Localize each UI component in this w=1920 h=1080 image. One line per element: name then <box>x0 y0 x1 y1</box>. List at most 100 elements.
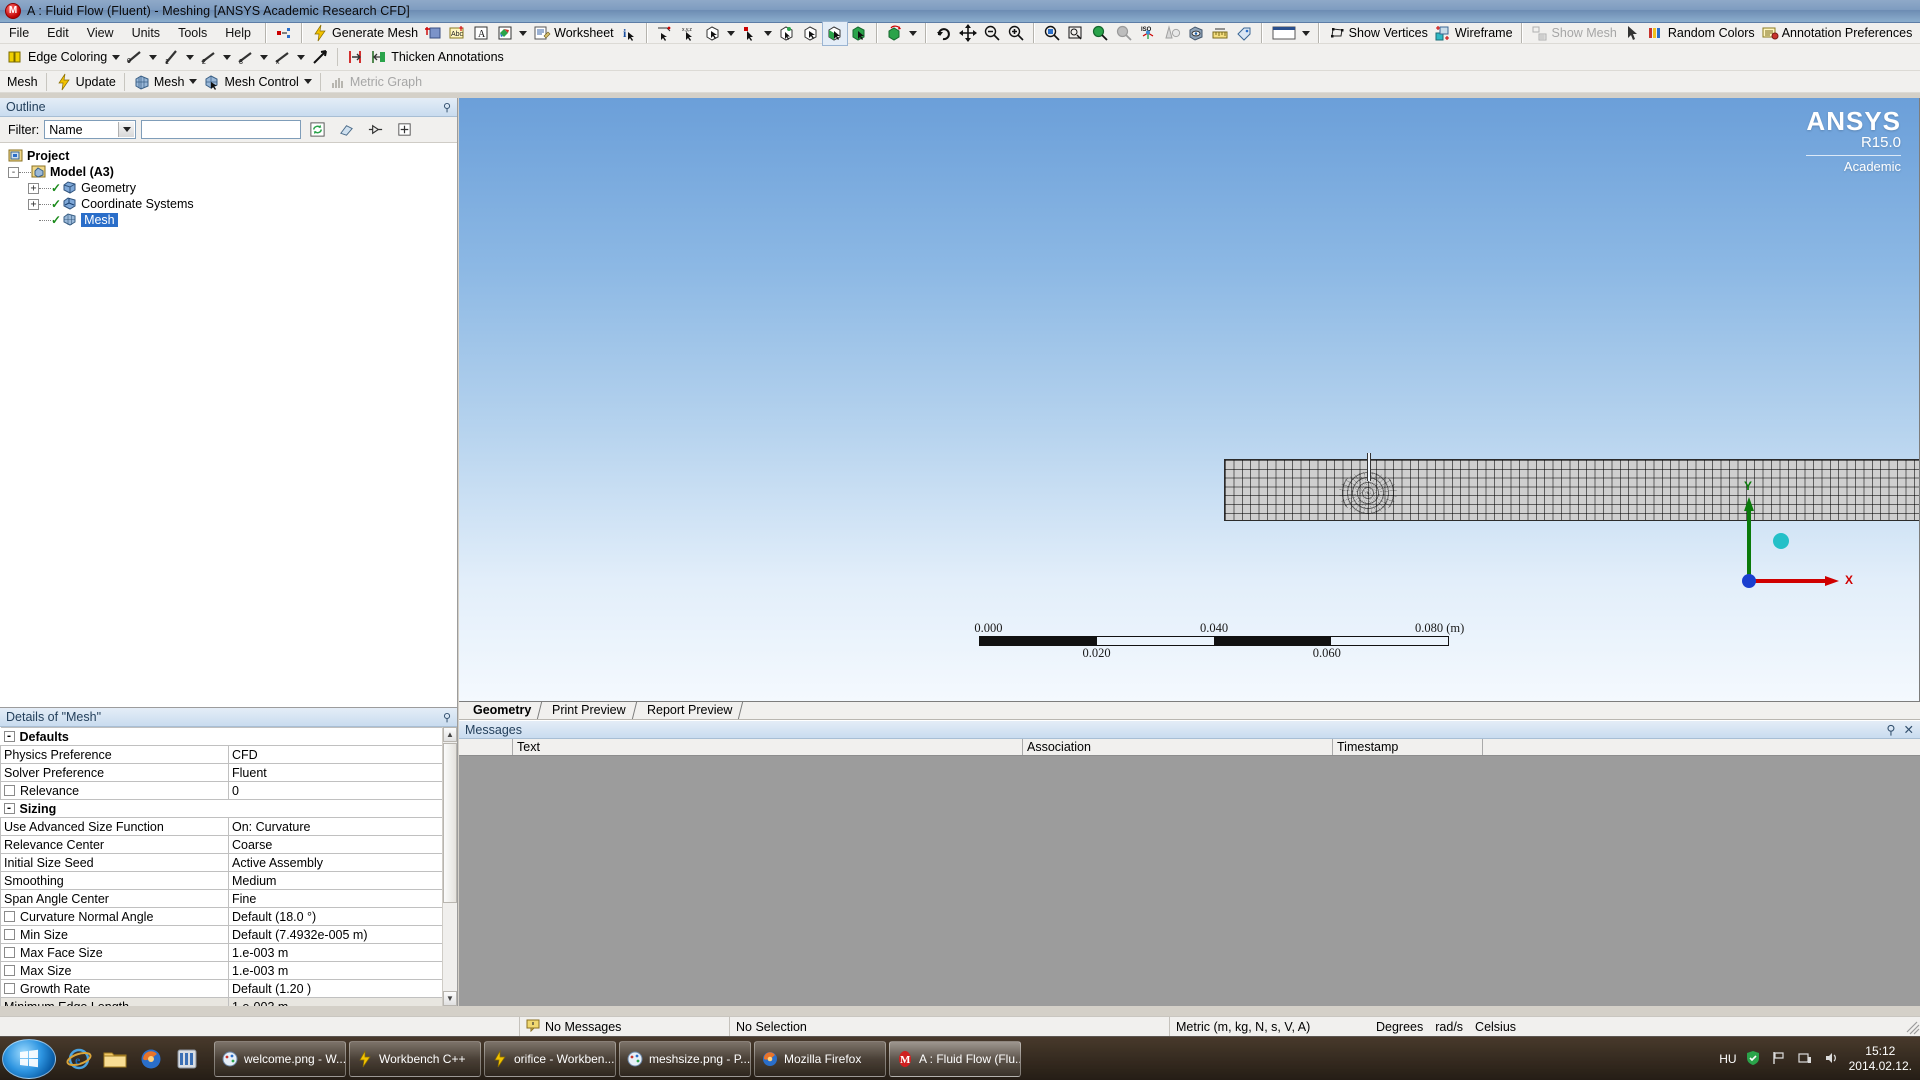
rotate-button[interactable] <box>932 22 956 45</box>
select-mode-button[interactable] <box>653 22 677 45</box>
edge-direction-3-button[interactable]: 3 <box>234 46 271 69</box>
annotation-button[interactable]: Abc <box>445 22 469 45</box>
ruler-button[interactable] <box>1208 22 1232 45</box>
coordinate-triad[interactable]: Y X <box>1735 479 1855 595</box>
section-plane-button[interactable] <box>1160 22 1184 45</box>
menu-view[interactable]: View <box>78 24 123 42</box>
show-mesh-button[interactable]: Show Mesh <box>1528 22 1620 45</box>
edge-direction-1-button[interactable]: 1 <box>160 46 197 69</box>
task-workbench-cpp[interactable]: Workbench C++ <box>349 1040 481 1077</box>
resize-grip[interactable] <box>1904 1019 1920 1035</box>
menu-edit[interactable]: Edit <box>38 24 78 42</box>
details-value-curvature-normal-angle[interactable]: Default (18.0 °) <box>228 907 457 926</box>
body-select-all-button[interactable] <box>847 22 871 45</box>
expand-filter-button[interactable] <box>364 118 388 141</box>
group-toggle-defaults[interactable]: - <box>3 731 15 742</box>
worksheet-button[interactable]: Worksheet <box>530 22 617 45</box>
coordinate-picker-button[interactable]: x,y,z <box>677 22 701 45</box>
details-value-relevance-center[interactable]: Coarse <box>228 835 457 854</box>
filter-type-select[interactable]: Name <box>44 120 137 139</box>
details-checkbox-relevance[interactable] <box>4 784 15 796</box>
tray-language[interactable]: HU <box>1719 1052 1736 1066</box>
details-checkbox-growth-rate[interactable] <box>4 982 15 994</box>
scroll-thumb[interactable] <box>443 743 457 903</box>
show-vertices-button[interactable]: Show Vertices <box>1325 22 1431 45</box>
scroll-up-icon[interactable]: ▲ <box>443 727 457 742</box>
body-select-button[interactable] <box>821 20 848 46</box>
details-group-row-sizing[interactable]: - Sizing <box>0 799 457 818</box>
messages-col-timestamp[interactable]: Timestamp <box>1333 739 1483 755</box>
details-row-use-advanced-size-function[interactable]: Use Advanced Size Function On: Curvature <box>0 817 457 836</box>
expand-tree-button[interactable] <box>393 118 417 141</box>
messages-close-icon[interactable]: ✕ <box>1904 722 1914 737</box>
menu-file[interactable]: File <box>0 24 38 42</box>
thicken-toggle-button[interactable] <box>1620 22 1644 45</box>
messages-body[interactable] <box>459 756 1920 1006</box>
info-cursor-button[interactable]: i <box>617 22 641 45</box>
details-row-physics-preference[interactable]: Physics Preference CFD <box>0 745 457 764</box>
random-colors-button[interactable]: Random Colors <box>1644 22 1758 45</box>
tree-item-coordinate-systems[interactable]: + ✓ Coordinate Systems <box>0 196 457 212</box>
details-value-span-angle-center[interactable]: Fine <box>228 889 457 908</box>
details-row-min-size[interactable]: Min Size Default (7.4932e-005 m) <box>0 925 457 944</box>
task-welcome-png[interactable]: welcome.png - W... <box>214 1040 346 1077</box>
thicken-annotations-button[interactable]: Thicken Annotations <box>367 46 507 69</box>
edge-select-button[interactable] <box>775 22 799 45</box>
mesh-menu-button[interactable]: Mesh <box>4 70 41 93</box>
metric-graph-button[interactable]: Metric Graph <box>326 70 425 93</box>
details-checkbox-max-size[interactable] <box>4 964 15 976</box>
tab-report-preview[interactable]: Report Preview <box>634 702 744 719</box>
details-row-relevance-center[interactable]: Relevance Center Coarse <box>0 835 457 854</box>
mesh-numbering-button[interactable] <box>421 22 445 45</box>
quick-launch-media[interactable] <box>170 1040 204 1078</box>
clock[interactable]: 15:12 2014.02.12. <box>1849 1044 1912 1074</box>
tree-expander-geometry[interactable]: + <box>28 182 39 194</box>
details-value-max-size[interactable]: 1.e-003 m <box>228 961 457 980</box>
volume-icon[interactable] <box>1823 1050 1841 1068</box>
quick-launch-ie[interactable]: e <box>62 1040 96 1078</box>
single-select-button[interactable] <box>701 22 738 45</box>
details-row-solver-preference[interactable]: Solver Preference Fluent <box>0 763 457 782</box>
menu-help[interactable]: Help <box>216 24 260 42</box>
viewport-3d[interactable]: ANSYS R15.0 Academic Y X 0.000 0.040 0.0… <box>459 98 1920 702</box>
labels-button[interactable] <box>1232 22 1256 45</box>
refresh-filter-button[interactable] <box>306 118 330 141</box>
details-value-initial-size-seed[interactable]: Active Assembly <box>228 853 457 872</box>
start-button[interactable] <box>2 1038 56 1079</box>
details-row-relevance[interactable]: Relevance 0 <box>0 781 457 800</box>
details-value-min-size[interactable]: Default (7.4932e-005 m) <box>228 925 457 944</box>
group-toggle-sizing[interactable]: - <box>3 803 15 814</box>
details-value-physics-preference[interactable]: CFD <box>228 745 457 764</box>
status-messages[interactable]: No Messages <box>520 1016 730 1037</box>
edge-coloring-button[interactable]: Edge Coloring <box>4 46 123 69</box>
view-annotations-button[interactable] <box>1184 22 1208 45</box>
filter-search-input[interactable] <box>141 120 302 139</box>
menu-tools[interactable]: Tools <box>169 24 216 42</box>
tab-print-preview[interactable]: Print Preview <box>540 702 638 719</box>
vertex-select-button[interactable] <box>738 22 775 45</box>
edge-direction-x-button[interactable]: x <box>271 46 308 69</box>
clear-filter-button[interactable] <box>335 118 359 141</box>
zoom-in-button[interactable] <box>1004 22 1028 45</box>
details-value-relevance[interactable]: 0 <box>228 781 457 800</box>
messages-col-association[interactable]: Association <box>1023 739 1333 755</box>
messages-pin-icon[interactable]: ⚲ <box>1886 722 1895 737</box>
tree-item-geometry[interactable]: + ✓ Geometry <box>0 180 457 196</box>
quick-launch-explorer[interactable] <box>98 1040 132 1078</box>
iso-view-button[interactable]: ISO <box>1136 22 1160 45</box>
update-button[interactable]: Update <box>52 70 119 93</box>
zoom-out-button[interactable] <box>980 22 1004 45</box>
tree-item-model[interactable]: - Model (A3) <box>0 164 457 180</box>
tree-expander-model[interactable]: - <box>8 166 19 178</box>
edge-direction-2-button[interactable]: 2 <box>197 46 234 69</box>
tab-geometry[interactable]: Geometry <box>460 702 543 719</box>
mesh-dropdown-button[interactable]: Mesh <box>130 70 201 93</box>
selection-filter-icon-button[interactable] <box>272 22 296 45</box>
pan-button[interactable] <box>956 22 980 45</box>
messages-col-0[interactable] <box>459 739 513 755</box>
thicken-lines-button[interactable] <box>343 46 367 69</box>
edge-direction-0-button[interactable]: 0 <box>123 46 160 69</box>
details-row-span-angle-center[interactable]: Span Angle Center Fine <box>0 889 457 908</box>
background-color-button[interactable] <box>1268 22 1313 45</box>
extend-selection-button[interactable] <box>883 22 920 45</box>
